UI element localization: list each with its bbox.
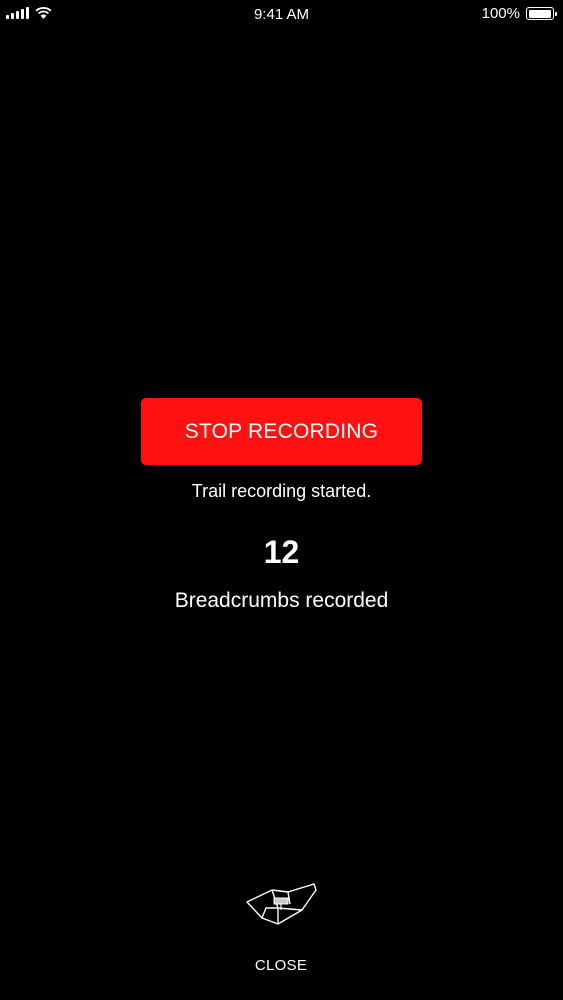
status-time: 9:41 AM	[253, 6, 310, 23]
close-button[interactable]: CLOSE	[221, 872, 341, 982]
battery-percent: 100%	[481, 5, 520, 22]
battery-icon	[526, 7, 557, 20]
breadcrumb-count: 12	[263, 534, 300, 570]
breadcrumb-label: Breadcrumbs recorded	[174, 589, 389, 612]
battery-fill	[528, 9, 551, 18]
recording-status-message: Trail recording started.	[191, 481, 372, 501]
battery-tip	[555, 11, 557, 16]
battery-status: 100%	[481, 5, 557, 22]
close-label: CLOSE	[254, 957, 308, 974]
stop-recording-button[interactable]: STOP RECORDING	[141, 398, 422, 465]
status-bar: 9:41 AM 100%	[0, 0, 563, 30]
folded-map-icon	[244, 880, 320, 928]
